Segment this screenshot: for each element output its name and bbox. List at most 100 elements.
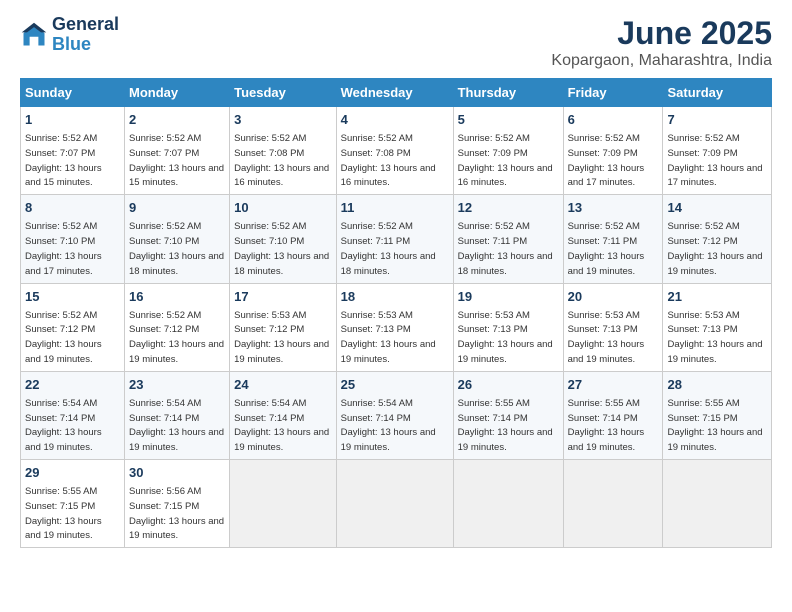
day-number: 16 bbox=[129, 288, 225, 306]
day-number: 6 bbox=[568, 111, 659, 129]
day-info: Sunrise: 5:52 AMSunset: 7:12 PMDaylight:… bbox=[129, 310, 224, 365]
calendar-cell: 18 Sunrise: 5:53 AMSunset: 7:13 PMDayligh… bbox=[336, 283, 453, 371]
calendar-cell bbox=[453, 460, 563, 548]
day-number: 14 bbox=[667, 199, 767, 217]
col-sunday: Sunday bbox=[21, 79, 125, 107]
calendar-cell: 4Sunrise: 5:52 AMSunset: 7:08 PMDaylight… bbox=[336, 107, 453, 195]
day-number: 25 bbox=[341, 376, 449, 394]
col-tuesday: Tuesday bbox=[230, 79, 337, 107]
subtitle: Kopargaon, Maharashtra, India bbox=[551, 52, 772, 70]
calendar-cell: 3 Sunrise: 5:52 AMSunset: 7:08 PMDaylight… bbox=[230, 107, 337, 195]
calendar-cell: 26Sunrise: 5:55 AMSunset: 7:14 PMDayligh… bbox=[453, 371, 563, 459]
logo-line2: Blue bbox=[52, 35, 119, 55]
day-info: Sunrise: 5:53 AMSunset: 7:13 PMDaylight:… bbox=[458, 310, 553, 365]
day-number: 12 bbox=[458, 199, 559, 217]
day-number: 29 bbox=[25, 464, 120, 482]
day-info: Sunrise: 5:52 AMSunset: 7:10 PMDaylight:… bbox=[25, 221, 102, 276]
page: General Blue June 2025 Kopargaon, Mahara… bbox=[0, 0, 792, 612]
calendar-cell: 24Sunrise: 5:54 AMSunset: 7:14 PMDayligh… bbox=[230, 371, 337, 459]
logo-line1: General bbox=[52, 15, 119, 35]
day-info: Sunrise: 5:52 AMSunset: 7:08 PMDaylight:… bbox=[341, 133, 436, 188]
title-area: June 2025 Kopargaon, Maharashtra, India bbox=[551, 15, 772, 70]
calendar-cell: 15Sunrise: 5:52 AMSunset: 7:12 PMDayligh… bbox=[21, 283, 125, 371]
day-info: Sunrise: 5:52 AMSunset: 7:10 PMDaylight:… bbox=[129, 221, 224, 276]
calendar-cell bbox=[663, 460, 772, 548]
header: General Blue June 2025 Kopargaon, Mahara… bbox=[20, 15, 772, 70]
day-info: Sunrise: 5:52 AMSunset: 7:11 PMDaylight:… bbox=[458, 221, 553, 276]
day-number: 13 bbox=[568, 199, 659, 217]
day-number: 2 bbox=[129, 111, 225, 129]
day-info: Sunrise: 5:52 AMSunset: 7:08 PMDaylight:… bbox=[234, 133, 329, 188]
day-info: Sunrise: 5:54 AMSunset: 7:14 PMDaylight:… bbox=[25, 398, 102, 453]
calendar-cell: 10Sunrise: 5:52 AMSunset: 7:10 PMDayligh… bbox=[230, 195, 337, 283]
calendar-cell: 19 Sunrise: 5:53 AMSunset: 7:13 PMDayligh… bbox=[453, 283, 563, 371]
day-number: 28 bbox=[667, 376, 767, 394]
day-number: 8 bbox=[25, 199, 120, 217]
calendar-cell: 17 Sunrise: 5:53 AMSunset: 7:12 PMDayligh… bbox=[230, 283, 337, 371]
calendar-cell: 5Sunrise: 5:52 AMSunset: 7:09 PMDaylight… bbox=[453, 107, 563, 195]
calendar-cell bbox=[563, 460, 663, 548]
day-number: 18 bbox=[341, 288, 449, 306]
day-number: 5 bbox=[458, 111, 559, 129]
calendar-cell: 2Sunrise: 5:52 AMSunset: 7:07 PMDaylight… bbox=[125, 107, 230, 195]
day-info: Sunrise: 5:52 AMSunset: 7:12 PMDaylight:… bbox=[25, 310, 102, 365]
calendar-week-1: 1Sunrise: 5:52 AMSunset: 7:07 PMDaylight… bbox=[21, 107, 772, 195]
col-monday: Monday bbox=[125, 79, 230, 107]
day-info: Sunrise: 5:54 AMSunset: 7:14 PMDaylight:… bbox=[129, 398, 224, 453]
calendar-cell: 16 Sunrise: 5:52 AMSunset: 7:12 PMDayligh… bbox=[125, 283, 230, 371]
col-thursday: Thursday bbox=[453, 79, 563, 107]
day-number: 20 bbox=[568, 288, 659, 306]
day-number: 22 bbox=[25, 376, 120, 394]
day-number: 27 bbox=[568, 376, 659, 394]
day-info: Sunrise: 5:52 AMSunset: 7:09 PMDaylight:… bbox=[667, 133, 762, 188]
col-wednesday: Wednesday bbox=[336, 79, 453, 107]
day-info: Sunrise: 5:55 AMSunset: 7:15 PMDaylight:… bbox=[667, 398, 762, 453]
day-info: Sunrise: 5:52 AMSunset: 7:09 PMDaylight:… bbox=[568, 133, 645, 188]
calendar-week-4: 22 Sunrise: 5:54 AMSunset: 7:14 PMDayligh… bbox=[21, 371, 772, 459]
calendar-cell: 6 Sunrise: 5:52 AMSunset: 7:09 PMDaylight… bbox=[563, 107, 663, 195]
day-info: Sunrise: 5:53 AMSunset: 7:13 PMDaylight:… bbox=[341, 310, 436, 365]
day-number: 9 bbox=[129, 199, 225, 217]
day-number: 24 bbox=[234, 376, 332, 394]
calendar-table: Sunday Monday Tuesday Wednesday Thursday… bbox=[20, 78, 772, 548]
col-saturday: Saturday bbox=[663, 79, 772, 107]
day-number: 19 bbox=[458, 288, 559, 306]
logo-text: General Blue bbox=[52, 15, 119, 55]
day-info: Sunrise: 5:56 AMSunset: 7:15 PMDaylight:… bbox=[129, 486, 224, 541]
day-info: Sunrise: 5:52 AMSunset: 7:11 PMDaylight:… bbox=[341, 221, 436, 276]
calendar-cell bbox=[336, 460, 453, 548]
calendar-cell: 7 Sunrise: 5:52 AMSunset: 7:09 PMDaylight… bbox=[663, 107, 772, 195]
calendar-week-5: 29 Sunrise: 5:55 AMSunset: 7:15 PMDayligh… bbox=[21, 460, 772, 548]
calendar-cell: 13 Sunrise: 5:52 AMSunset: 7:11 PMDayligh… bbox=[563, 195, 663, 283]
calendar-cell: 29 Sunrise: 5:55 AMSunset: 7:15 PMDayligh… bbox=[21, 460, 125, 548]
day-info: Sunrise: 5:54 AMSunset: 7:14 PMDaylight:… bbox=[341, 398, 436, 453]
day-number: 30 bbox=[129, 464, 225, 482]
calendar-cell: 12 Sunrise: 5:52 AMSunset: 7:11 PMDayligh… bbox=[453, 195, 563, 283]
calendar-week-3: 15Sunrise: 5:52 AMSunset: 7:12 PMDayligh… bbox=[21, 283, 772, 371]
day-number: 11 bbox=[341, 199, 449, 217]
day-number: 17 bbox=[234, 288, 332, 306]
day-number: 7 bbox=[667, 111, 767, 129]
calendar-cell: 20Sunrise: 5:53 AMSunset: 7:13 PMDayligh… bbox=[563, 283, 663, 371]
calendar-cell: 8 Sunrise: 5:52 AMSunset: 7:10 PMDaylight… bbox=[21, 195, 125, 283]
calendar-week-2: 8 Sunrise: 5:52 AMSunset: 7:10 PMDaylight… bbox=[21, 195, 772, 283]
calendar-cell: 25 Sunrise: 5:54 AMSunset: 7:14 PMDayligh… bbox=[336, 371, 453, 459]
logo-icon bbox=[20, 21, 48, 49]
header-row: Sunday Monday Tuesday Wednesday Thursday… bbox=[21, 79, 772, 107]
day-info: Sunrise: 5:55 AMSunset: 7:15 PMDaylight:… bbox=[25, 486, 102, 541]
calendar-cell: 1Sunrise: 5:52 AMSunset: 7:07 PMDaylight… bbox=[21, 107, 125, 195]
day-info: Sunrise: 5:53 AMSunset: 7:12 PMDaylight:… bbox=[234, 310, 329, 365]
day-number: 3 bbox=[234, 111, 332, 129]
day-number: 26 bbox=[458, 376, 559, 394]
calendar-cell bbox=[230, 460, 337, 548]
calendar-cell: 23Sunrise: 5:54 AMSunset: 7:14 PMDayligh… bbox=[125, 371, 230, 459]
day-number: 1 bbox=[25, 111, 120, 129]
day-info: Sunrise: 5:52 AMSunset: 7:11 PMDaylight:… bbox=[568, 221, 645, 276]
logo: General Blue bbox=[20, 15, 119, 55]
day-info: Sunrise: 5:52 AMSunset: 7:10 PMDaylight:… bbox=[234, 221, 329, 276]
day-info: Sunrise: 5:53 AMSunset: 7:13 PMDaylight:… bbox=[667, 310, 762, 365]
day-number: 21 bbox=[667, 288, 767, 306]
calendar-cell: 21 Sunrise: 5:53 AMSunset: 7:13 PMDayligh… bbox=[663, 283, 772, 371]
calendar-cell: 11 Sunrise: 5:52 AMSunset: 7:11 PMDayligh… bbox=[336, 195, 453, 283]
calendar-cell: 9 Sunrise: 5:52 AMSunset: 7:10 PMDaylight… bbox=[125, 195, 230, 283]
